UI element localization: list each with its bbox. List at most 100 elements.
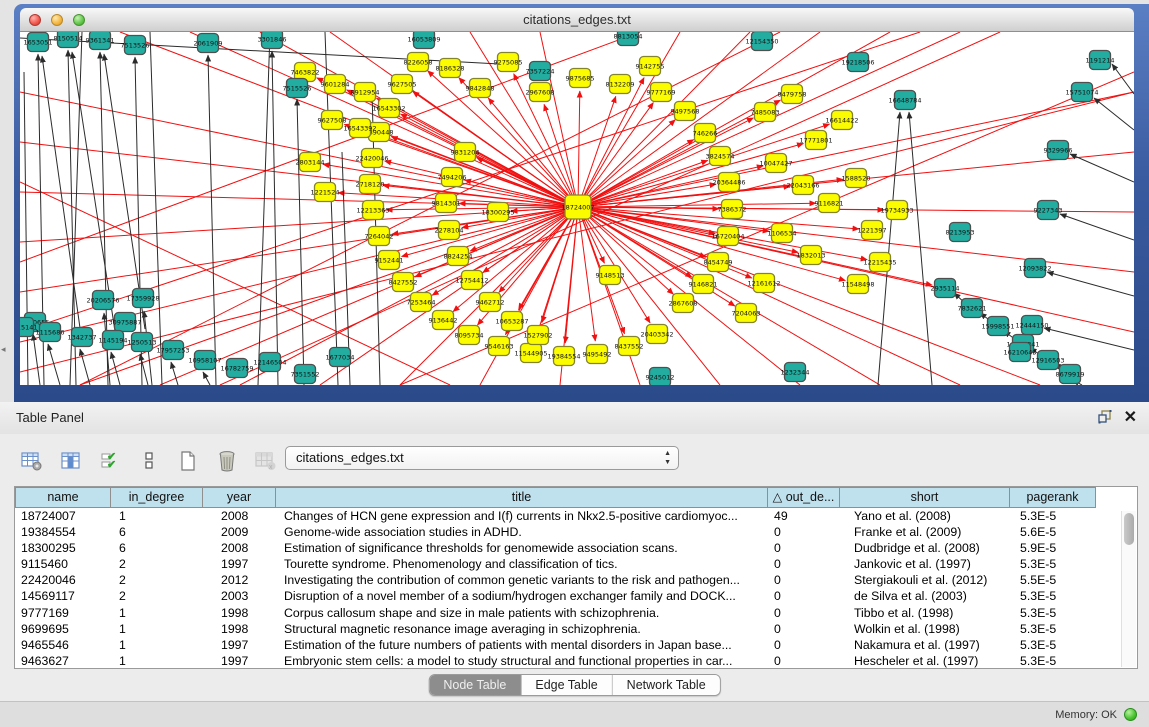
network-node[interactable]: 1342737 [68,328,97,347]
table-cell[interactable]: 1 [111,605,203,621]
network-node[interactable]: 1115686 [36,323,65,342]
network-node[interactable]: 2867608 [669,294,698,313]
network-node[interactable]: 20206576 [86,291,119,310]
network-node[interactable]: 7357224 [526,62,555,81]
table-cell[interactable]: 1 [111,508,203,524]
table-cell[interactable]: Stergiakouli et al. (2012) [840,572,1010,588]
network-node[interactable]: 9116821 [815,194,844,213]
network-node[interactable]: 3824574 [706,147,735,166]
network-node[interactable]: 1653051 [24,33,53,52]
delete-column-icon[interactable] [215,449,239,473]
table-row[interactable]: 946362711997Embryonic stem cells: a mode… [15,653,1137,669]
table-cell[interactable]: 5.3E-5 [1010,653,1096,669]
network-node[interactable]: 1106534 [768,224,797,243]
network-node[interactable]: 746266 [693,124,718,143]
select-rows-check-icon[interactable]: ✔ ✔ [98,449,122,473]
table-cell[interactable]: 5.3E-5 [1010,621,1096,637]
table-cell[interactable]: 2 [111,588,203,604]
table-cell[interactable]: 1997 [203,556,276,572]
network-node[interactable]: 17359928 [126,289,159,308]
table-column-select-icon[interactable] [59,449,83,473]
network-node[interactable]: 8213953 [946,223,975,242]
network-node[interactable]: 8912954 [351,83,380,102]
network-node[interactable]: 12444150 [1015,316,1048,335]
table-row[interactable]: 1872400712008Changes of HCN gene express… [15,508,1137,524]
table-cell[interactable]: 2003 [203,588,276,604]
network-node[interactable]: 9152441 [375,251,404,270]
network-node[interactable]: 8824254 [444,247,473,266]
network-node[interactable]: 8095734 [455,326,484,345]
network-node[interactable]: 7513526 [121,36,150,55]
network-node[interactable]: 1677034 [326,348,355,367]
column-header-year[interactable]: year [203,487,276,508]
network-node[interactable]: 16614422 [825,111,858,130]
network-node[interactable]: 9462712 [476,293,505,312]
network-node[interactable]: 17771801 [799,131,832,150]
tab-node-table[interactable]: Node Table [429,675,521,695]
table-cell[interactable]: Nakamura et al. (1997) [840,637,1010,653]
network-node[interactable]: 16543302 [372,99,405,118]
table-cell[interactable]: Structural magnetic resonance image aver… [276,621,768,637]
table-cell[interactable]: 2008 [203,540,276,556]
table-cell[interactable]: 5.5E-5 [1010,572,1096,588]
network-node[interactable]: 8132209 [606,75,635,94]
network-node[interactable]: 8150514 [54,32,83,48]
network-node[interactable]: 2061909 [194,34,223,53]
table-cell[interactable]: 0 [768,605,840,621]
table-cell[interactable]: 9465546 [15,637,111,653]
table-cell[interactable]: 5.3E-5 [1010,556,1096,572]
network-node[interactable]: 9227343 [1034,201,1063,220]
network-node[interactable]: 2967608 [526,83,555,102]
table-cell[interactable]: Wolkin et al. (1998) [840,621,1010,637]
network-node[interactable]: 11548498 [841,275,874,294]
table-cell[interactable]: 1 [111,653,203,669]
float-panel-icon[interactable] [1097,409,1113,425]
network-node[interactable]: 10047427 [759,154,792,173]
network-node[interactable]: 3301846 [258,32,287,49]
table-cell[interactable]: Tibbo et al. (1998) [840,605,1010,621]
network-node[interactable]: 11544905 [514,344,547,363]
network-node[interactable]: 9136442 [429,311,458,330]
network-node[interactable]: 16782759 [220,359,253,378]
table-cell[interactable]: 19384554 [15,524,111,540]
network-node[interactable]: 1145194 [99,331,128,350]
table-selector[interactable]: citations_edges.txt ▲▼ [285,446,679,470]
network-node[interactable]: 7515526 [283,79,312,98]
network-node[interactable]: 9814301 [432,194,461,213]
table-cell[interactable]: 5.6E-5 [1010,524,1096,540]
table-scrollbar[interactable] [1121,511,1136,667]
network-node[interactable]: 8679919 [1056,365,1085,384]
network-node[interactable]: 9146821 [689,275,718,294]
column-header-short[interactable]: short [840,487,1010,508]
split-panel-icon[interactable] [137,449,161,473]
table-cell[interactable]: 9463627 [15,653,111,669]
table-row[interactable]: 946554611997Estimation of the future num… [15,637,1137,653]
network-node[interactable]: 9275085 [494,53,523,72]
table-row[interactable]: 911546021997Tourette syndrome. Phenomeno… [15,556,1137,572]
network-node[interactable]: 7204063 [732,304,761,323]
network-node[interactable]: 9497568 [671,102,700,121]
network-node[interactable]: 7494206 [438,168,467,187]
table-cell[interactable]: 2009 [203,524,276,540]
table-cell[interactable]: 2 [111,572,203,588]
table-settings-icon[interactable] [20,449,44,473]
table-row[interactable]: 1456911722003Disruption of a novel membe… [15,588,1137,604]
table-cell[interactable]: 1997 [203,637,276,653]
table-cell[interactable]: 0 [768,621,840,637]
column-header-pagerank[interactable]: pagerank [1010,487,1096,508]
network-node[interactable]: 12213363 [356,201,389,220]
table-row[interactable]: 1938455462009Genome-wide association stu… [15,524,1137,540]
table-cell[interactable]: Investigating the contribution of common… [276,572,768,588]
table-cell[interactable]: 1 [111,621,203,637]
network-node[interactable]: 9875685 [566,69,595,88]
network-node[interactable]: 10958107 [188,351,221,370]
table-cell[interactable]: 1997 [203,653,276,669]
table-cell[interactable]: 1998 [203,605,276,621]
network-node[interactable]: 19218506 [841,53,874,72]
table-cell[interactable]: Changes of HCN gene expression and I(f) … [276,508,768,524]
new-column-icon[interactable] [176,449,200,473]
column-header-in_degree[interactable]: in_degree [111,487,203,508]
network-node[interactable]: 12215435 [863,253,896,272]
table-cell[interactable]: 9777169 [15,605,111,621]
network-node[interactable]: 15998551 [981,317,1014,336]
